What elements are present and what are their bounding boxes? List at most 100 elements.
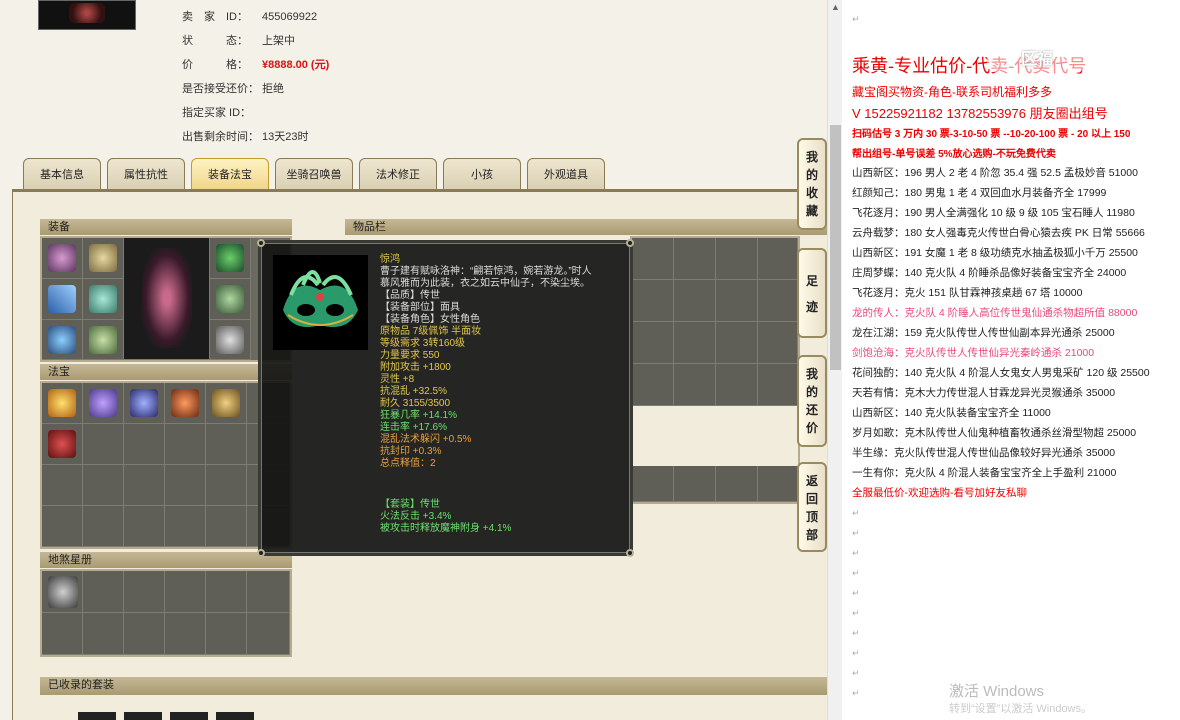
listing-line: 半生缘：克火队传世混人传世仙品像较好异光通杀 35000 [852,447,1116,459]
equipment-grid [40,236,292,362]
price-row: 价 格： ¥8888.00 (元) [182,56,329,72]
listing-line: 龙在江湖：159 克火队传世人传世仙副本异光通杀 25000 [852,327,1115,339]
fabao-item-3[interactable] [130,389,158,417]
footprints-button[interactable]: 足迹 [797,248,827,338]
seller-id-row: 卖 家 ID： 455069922 [182,8,317,24]
tt-set-1: 火法反击 +3.4% [380,511,452,522]
doc-phone: V 15225921182 13782553976 朋友圈出组号 [852,106,1108,121]
mask-item-image [273,255,368,350]
tt-str-req: 力量要求 550 [380,350,440,361]
equip-item-armor[interactable] [89,285,117,313]
tt-durability: 耐久 3155/3500 [380,398,451,409]
inventory-grid [630,236,800,504]
equip-item-weapon[interactable] [48,285,76,313]
scroll-thumb[interactable] [830,125,841,370]
listing-line: 一生有你：克火队 4 阶混人装备宝宝齐全上手盈利 21000 [852,467,1117,479]
seller-id-value: 455069922 [262,11,318,23]
xingce-item-1[interactable] [48,576,78,608]
buyer-id-row: 指定买家 ID： [182,104,262,120]
tab-mounts-pets[interactable]: 坐骑召唤兽 [275,158,353,190]
listing-line: 庄周梦蝶：140 克火队 4 阶睡杀品像好装备宝宝齐全 24000 [852,267,1127,279]
tt-combo: 连击率 +17.6% [380,422,447,433]
equip-item-helm[interactable] [89,244,117,272]
fabao-item-5[interactable] [212,389,240,417]
listing-line: 全服最低价-欢迎选购-看号加好友私聊 [852,487,1027,499]
doc-subtitle: 藏宝阁买物资-角色-联系司机福利多多 [852,85,1052,99]
tab-attributes[interactable]: 属性抗性 [107,158,185,190]
tab-basic-info[interactable]: 基本信息 [23,158,101,190]
tt-desc-2: 慕风雅而为此装，衣之如云中仙子，不染尘埃。 [380,278,590,289]
remaining-time-label: 出售剩余时间： [182,131,259,143]
my-counteroffer-button[interactable]: 我的还价 [797,355,827,447]
remaining-time-row: 出售剩余时间： 13天23时 [182,128,308,144]
tt-set-2: 被攻击时释放魔神附身 +4.1% [380,523,512,534]
tt-quality: 【品质】传世 [380,290,440,301]
counteroffer-label: 是否接受还价： [182,83,259,95]
notes-document: ↵ 乘黄-专业估价-代卖-代卖代号 区福 藏宝阁买物资-角色-联系司机福利多多 … [842,0,1180,720]
remaining-time-value: 13天23时 [262,131,309,143]
equip-item-ring[interactable] [216,285,244,313]
character-thumbnail[interactable] [38,0,136,30]
fabao-item-6[interactable] [48,430,76,458]
item-tooltip: 惊鸿 曹子建有赋咏洛神：“翩若惊鸿，婉若游龙。”时人 慕风雅而为此装，衣之如云中… [257,239,634,557]
set-item-1[interactable] [78,712,116,720]
tt-desc-1: 曹子建有赋咏洛神：“翩若惊鸿，婉若游龙。”时人 [380,266,592,277]
fabao-item-4[interactable] [171,389,199,417]
tt-name: 惊鸿 [380,254,400,265]
fabao-header: 法宝 [40,364,292,380]
tab-children[interactable]: 小孩 [443,158,521,190]
page-scrollbar[interactable]: ▲ [827,0,842,720]
windows-activation-watermark: 激活 Windows [949,683,1045,700]
tt-dodge: 混乱法术躲闪 +0.5% [380,434,472,445]
status-label: 状 态： [182,35,248,47]
set-item-4[interactable] [216,712,254,720]
tab-appearance[interactable]: 外观道具 [527,158,605,190]
tt-atk: 附加攻击 +1800 [380,362,451,373]
fabao-item-1[interactable] [48,389,76,417]
listing-line: 山西新区：196 男人 2 老 4 阶忽 35.4 强 52.5 孟极妙音 51… [852,167,1138,179]
listing-line: 剑饱沧海：克火队传世人传世仙异光秦岭通杀 21000 [852,347,1095,359]
collected-sets-header: 已收录的套装 [40,677,827,695]
tt-crit: 狂暴几率 +14.1% [380,410,457,421]
fabao-grid [40,381,292,549]
inventory-header: 物品栏 [345,219,827,235]
fabao-item-2[interactable] [89,389,117,417]
dishaxingce-header: 地煞星册 [40,552,292,568]
equip-item-mask[interactable] [216,244,244,272]
status-row: 状 态： 上架中 [182,32,295,48]
seller-id-label: 卖 家 ID： [182,11,248,23]
tab-spell-mods[interactable]: 法术修正 [359,158,437,190]
tt-origin: 原物品 7级佩饰 半面妆 [380,326,482,337]
equip-item-boots[interactable] [89,326,117,354]
my-favorites-button[interactable]: 我的收藏 [797,138,827,230]
tab-bar: 基本信息 属性抗性 装备法宝 坐骑召唤兽 法术修正 小孩 外观道具 [20,158,820,190]
listing-line: 飞花逐月：克火 151 队甘霖神孩桌趟 67 塔 10000 [852,287,1083,299]
back-to-top-button[interactable]: 返回顶部 [797,462,827,552]
tt-resist: 抗混乱 +32.5% [380,386,447,397]
price-value: ¥8888.00 (元) [262,59,330,71]
status-value: 上架中 [262,35,295,47]
listing-line: 龙的传人：克火队 4 阶睡人高位传世鬼仙通杀物超所值 88000 [852,307,1138,319]
counteroffer-row: 是否接受还价： 拒绝 [182,80,284,96]
scroll-up-arrow-icon[interactable]: ▲ [828,0,842,15]
listing-line: 天若有情：克木大力传世混人甘霖龙异光灵猴通杀 35000 [852,387,1116,399]
set-item-2[interactable] [124,712,162,720]
listing-line: 山西新区：140 克火队装备宝宝齐全 11000 [852,407,1051,419]
equip-item-hair[interactable] [48,244,76,272]
buyer-id-label: 指定买家 ID： [182,107,252,119]
character-model [142,248,192,348]
screen: 卖 家 ID： 455069922 状 态： 上架中 价 格： ¥8888.00 (元… [0,0,1180,720]
equip-item-necklace[interactable] [48,326,76,354]
listing-line: 飞花逐月：190 男人全满强化 10 级 9 级 105 宝石睡人 11980 [852,207,1135,219]
counteroffer-value: 拒绝 [262,83,284,95]
doc-promo-2: 帮出组号-单号误差 5%放心选购-不玩免费代卖 [852,149,1056,160]
tab-equipment-fabao[interactable]: 装备法宝 [191,158,269,190]
tt-role: 【装备角色】女性角色 [380,314,480,325]
listing-line: 山西新区：191 女魔 1 老 8 级功绩克水抽孟极狐小千万 25500 [852,247,1138,259]
set-item-3[interactable] [170,712,208,720]
tt-set-title: 【套装】传世 [380,499,440,510]
tt-slot: 【装备部位】面具 [380,302,460,313]
equip-item-bracelet[interactable] [216,326,244,354]
tt-seal: 抗封印 +0.3% [380,446,442,457]
tt-spirit: 灵性 +8 [380,374,415,385]
